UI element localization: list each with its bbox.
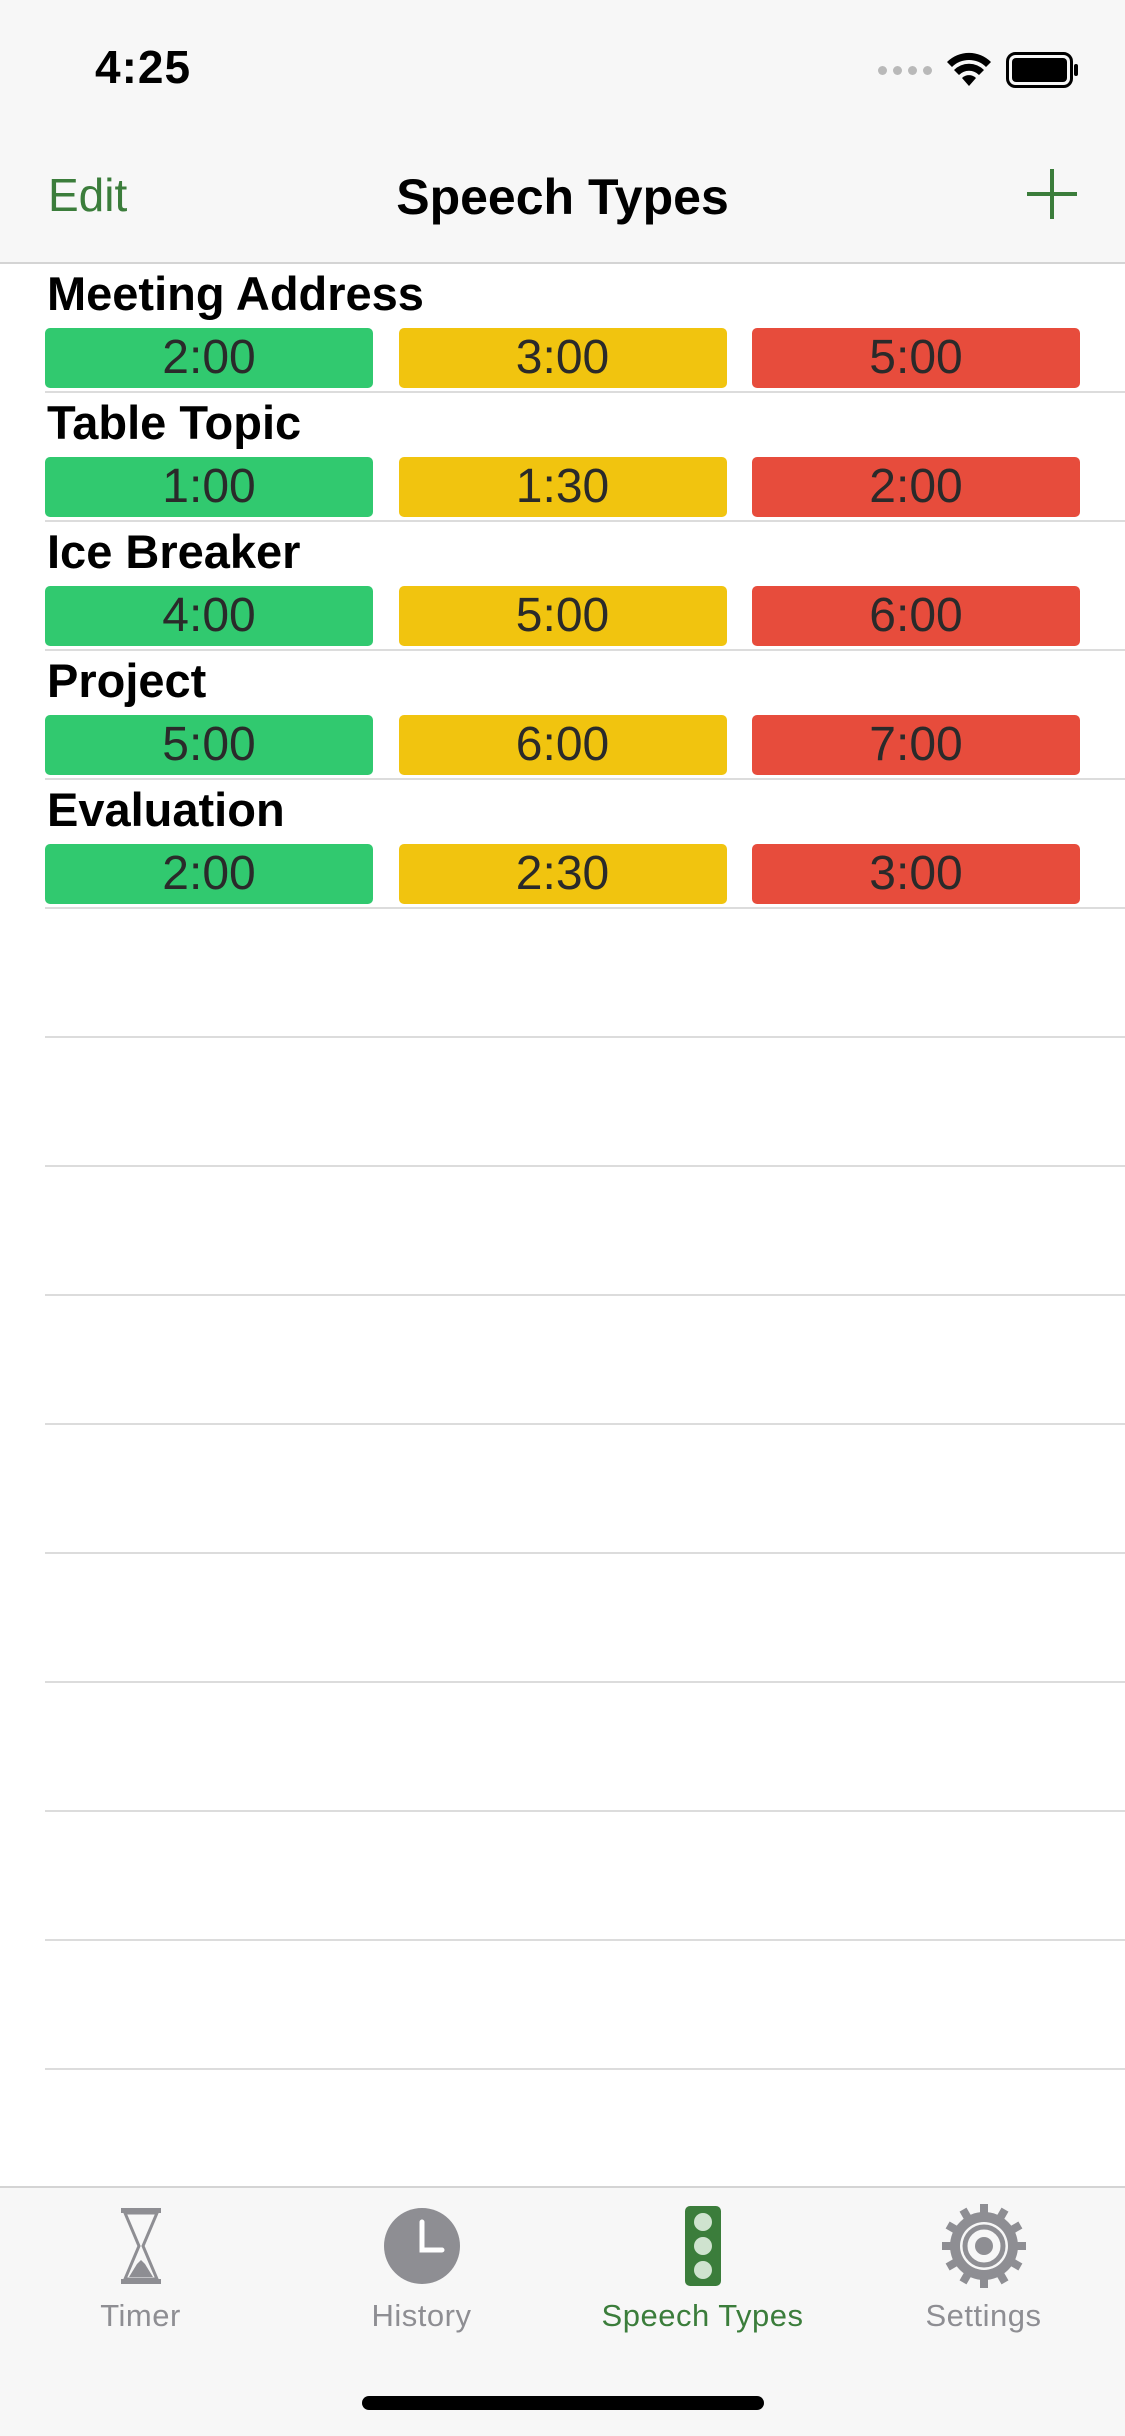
clock-icon [383,2208,460,2284]
home-indicator [362,2396,764,2410]
gear-icon [941,2204,1026,2288]
tab-label: Timer [100,2298,181,2333]
navigation-bar: Edit Speech Types [0,132,1125,264]
red-time-badge: 3:00 [752,844,1080,904]
status-bar: 4:25 [0,0,1125,132]
empty-row [45,1683,1125,1812]
empty-row [45,1941,1125,2070]
yellow-time-badge: 6:00 [398,715,727,775]
tab-settings[interactable]: Settings [843,2204,1124,2334]
red-time-badge: 7:00 [752,715,1080,775]
plus-icon[interactable] [1024,166,1080,222]
traffic-light-icon [684,2206,721,2286]
empty-row [45,1167,1125,1296]
empty-row [45,1554,1125,1683]
cellular-signal-icon [878,65,932,75]
time-thresholds: 5:00 6:00 7:00 [45,715,1080,775]
red-time-badge: 5:00 [752,328,1080,388]
tab-timer[interactable]: Timer [0,2204,281,2334]
red-time-badge: 6:00 [752,586,1080,646]
yellow-time-badge: 2:30 [398,844,727,904]
speech-type-name: Table Topic [47,396,302,449]
speech-type-list: Meeting Address 2:00 3:00 5:00 Table Top… [0,264,1125,2070]
yellow-time-badge: 3:00 [398,328,727,388]
speech-type-name: Meeting Address [47,267,424,320]
tab-label: Settings [925,2298,1042,2333]
list-item[interactable]: Table Topic 1:00 1:30 2:00 [45,393,1125,522]
tab-label: History [371,2298,472,2333]
speech-type-name: Ice Breaker [47,525,301,578]
speech-type-name: Evaluation [47,783,285,836]
green-time-badge: 4:00 [45,586,373,646]
page-title: Speech Types [396,169,729,225]
speech-type-name: Project [47,654,207,707]
list-item[interactable]: Ice Breaker 4:00 5:00 6:00 [45,522,1125,651]
time-thresholds: 2:00 3:00 5:00 [45,328,1080,388]
tab-label: Speech Types [601,2298,804,2333]
list-item[interactable]: Project 5:00 6:00 7:00 [45,651,1125,780]
yellow-time-badge: 5:00 [398,586,727,646]
tab-bar: Timer History Speech Types Settings [0,2186,1125,2436]
time-thresholds: 1:00 1:30 2:00 [45,457,1080,517]
wifi-icon [947,52,991,86]
green-time-badge: 1:00 [45,457,373,517]
yellow-time-badge: 1:30 [398,457,727,517]
empty-row [45,1425,1125,1554]
list-item[interactable]: Evaluation 2:00 2:30 3:00 [45,780,1125,909]
empty-row [45,1038,1125,1167]
time-thresholds: 2:00 2:30 3:00 [45,844,1080,904]
empty-row [45,909,1125,1038]
tab-history[interactable]: History [281,2204,562,2334]
status-icons [878,50,1080,90]
empty-row [45,1812,1125,1941]
empty-row [45,1296,1125,1425]
list-item[interactable]: Meeting Address 2:00 3:00 5:00 [45,264,1125,393]
battery-icon [1006,52,1078,88]
green-time-badge: 2:00 [45,328,373,388]
tab-speech-types[interactable]: Speech Types [562,2204,843,2334]
time-thresholds: 4:00 5:00 6:00 [45,586,1080,646]
status-time: 4:25 [95,41,192,93]
green-time-badge: 2:00 [45,844,373,904]
hourglass-icon [120,2208,161,2284]
red-time-badge: 2:00 [752,457,1080,517]
green-time-badge: 5:00 [45,715,373,775]
